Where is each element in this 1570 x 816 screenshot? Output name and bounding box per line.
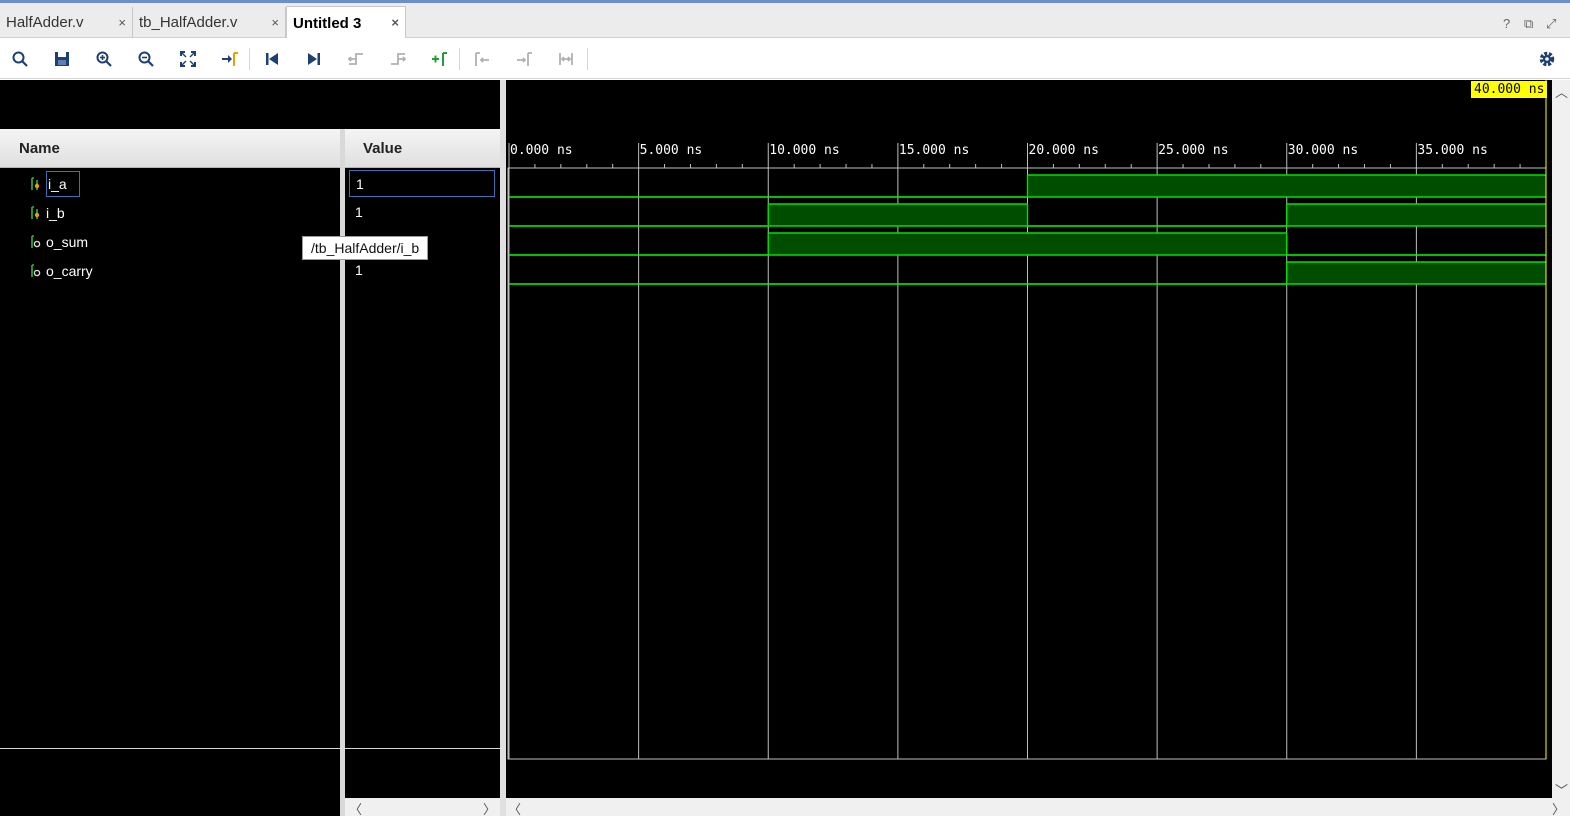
- next-marker-icon[interactable]: [513, 48, 535, 70]
- time-tick-label: 15.000 ns: [899, 143, 969, 158]
- value-header-label: Value: [363, 140, 403, 157]
- time-tick-label: 10.000 ns: [769, 143, 839, 158]
- tab-untitled-3[interactable]: Untitled 3 ×: [286, 6, 406, 39]
- name-column-header[interactable]: Name: [0, 129, 340, 168]
- vertical-scrollbar[interactable]: ︿ ﹀: [1552, 80, 1570, 798]
- previous-marker-icon[interactable]: [471, 48, 493, 70]
- output-signal-icon: [31, 264, 41, 277]
- output-signal-icon: [31, 235, 41, 248]
- signal-high-fill: [768, 204, 1028, 226]
- scroll-left-icon[interactable]: 〈: [349, 799, 362, 816]
- tab-halfadder-v[interactable]: HalfAdder.v ×: [0, 7, 133, 38]
- time-tick-label: 0.000 ns: [510, 143, 573, 158]
- scroll-right-icon[interactable]: 〉: [483, 799, 496, 816]
- waveform-pane[interactable]: 0.000 ns 5.000 ns 10.000 ns 15.000 ns 20.000…: [506, 80, 1552, 798]
- toolbar-separator: [249, 48, 250, 70]
- signal-path-tooltip: /tb_HalfAdder/i_b: [302, 236, 429, 260]
- save-icon[interactable]: [51, 48, 73, 70]
- column-splitter[interactable]: [340, 129, 345, 816]
- close-icon[interactable]: ×: [118, 15, 126, 30]
- tab-tb-halfadder-v[interactable]: tb_HalfAdder.v ×: [133, 7, 286, 38]
- signal-name: i_b: [46, 205, 65, 221]
- close-icon[interactable]: ×: [391, 15, 399, 30]
- add-marker-icon[interactable]: [429, 48, 451, 70]
- next-transition-icon[interactable]: [387, 48, 409, 70]
- go-to-time-zero-icon[interactable]: [261, 48, 283, 70]
- scroll-up-icon[interactable]: ︿: [1555, 82, 1568, 101]
- input-signal-icon: [31, 177, 40, 190]
- settings-gear-icon[interactable]: [1536, 48, 1558, 70]
- time-tick-label: 20.000 ns: [1029, 143, 1099, 158]
- signal-row-o-carry[interactable]: o_carry: [0, 257, 340, 286]
- signal-value-o-carry[interactable]: 1: [349, 257, 495, 284]
- signal-name: i_a: [46, 171, 80, 197]
- close-icon[interactable]: ×: [271, 15, 279, 30]
- go-to-cursor-icon[interactable]: [219, 48, 241, 70]
- tab-label: HalfAdder.v: [6, 14, 84, 31]
- toolbar-separator: [587, 48, 588, 70]
- toolbar-separator: [459, 48, 460, 70]
- tab-label: Untitled 3: [293, 14, 362, 32]
- waveform-toolbar: [0, 38, 1570, 79]
- signal-high-fill: [1286, 204, 1546, 226]
- maximize-icon[interactable]: ⤢: [1546, 16, 1556, 32]
- waveform-horizontal-scrollbar[interactable]: 〈 〉: [506, 798, 1570, 816]
- help-icon[interactable]: ?: [1503, 16, 1510, 31]
- swap-cursors-icon[interactable]: [555, 48, 577, 70]
- signal-high-fill: [1286, 262, 1546, 284]
- signal-high-fill: [768, 233, 1287, 255]
- signal-row-i-a[interactable]: i_a: [0, 170, 340, 199]
- search-icon[interactable]: [9, 48, 31, 70]
- signal-name: o_sum: [46, 234, 89, 250]
- time-tick-label: 25.000 ns: [1158, 143, 1228, 158]
- cursor-time-label: 40.000 ns: [1471, 81, 1548, 98]
- name-header-label: Name: [19, 140, 60, 157]
- value-column-header[interactable]: Value: [345, 129, 500, 168]
- scroll-right-icon[interactable]: 〉: [1552, 799, 1565, 816]
- list-bottom-divider: [345, 748, 500, 749]
- go-to-last-time-icon[interactable]: [303, 48, 325, 70]
- zoom-in-icon[interactable]: [93, 48, 115, 70]
- time-tick-label: 35.000 ns: [1417, 143, 1487, 158]
- tab-label: tb_HalfAdder.v: [139, 14, 238, 31]
- signal-value-i-a[interactable]: 1: [349, 170, 495, 197]
- restore-icon[interactable]: ⧉: [1524, 16, 1533, 32]
- signal-list-pane: Name Value i_a i_b o_sum o_carry 1 1 1: [0, 80, 500, 816]
- scroll-down-icon[interactable]: ﹀: [1555, 780, 1568, 799]
- scroll-left-icon[interactable]: 〈: [508, 799, 521, 816]
- signal-value-i-b[interactable]: 1: [349, 199, 495, 226]
- signal-row-o-sum[interactable]: o_sum: [0, 228, 340, 257]
- signal-name: o_carry: [46, 263, 93, 279]
- time-tick-label: 30.000 ns: [1288, 143, 1358, 158]
- previous-transition-icon[interactable]: [345, 48, 367, 70]
- signal-high-fill: [1027, 175, 1546, 197]
- editor-tab-bar: HalfAdder.v × tb_HalfAdder.v × Untitled …: [0, 3, 1570, 39]
- input-signal-icon: [31, 206, 40, 219]
- signal-row-i-b[interactable]: i_b: [0, 199, 340, 228]
- zoom-fit-icon[interactable]: [177, 48, 199, 70]
- list-bottom-divider: [0, 748, 340, 749]
- zoom-out-icon[interactable]: [135, 48, 157, 70]
- value-horizontal-scrollbar[interactable]: 〈 〉: [345, 798, 500, 816]
- waveform-canvas[interactable]: 0.000 ns 5.000 ns 10.000 ns 15.000 ns 20.000…: [506, 80, 1552, 798]
- time-tick-label: 5.000 ns: [640, 143, 703, 158]
